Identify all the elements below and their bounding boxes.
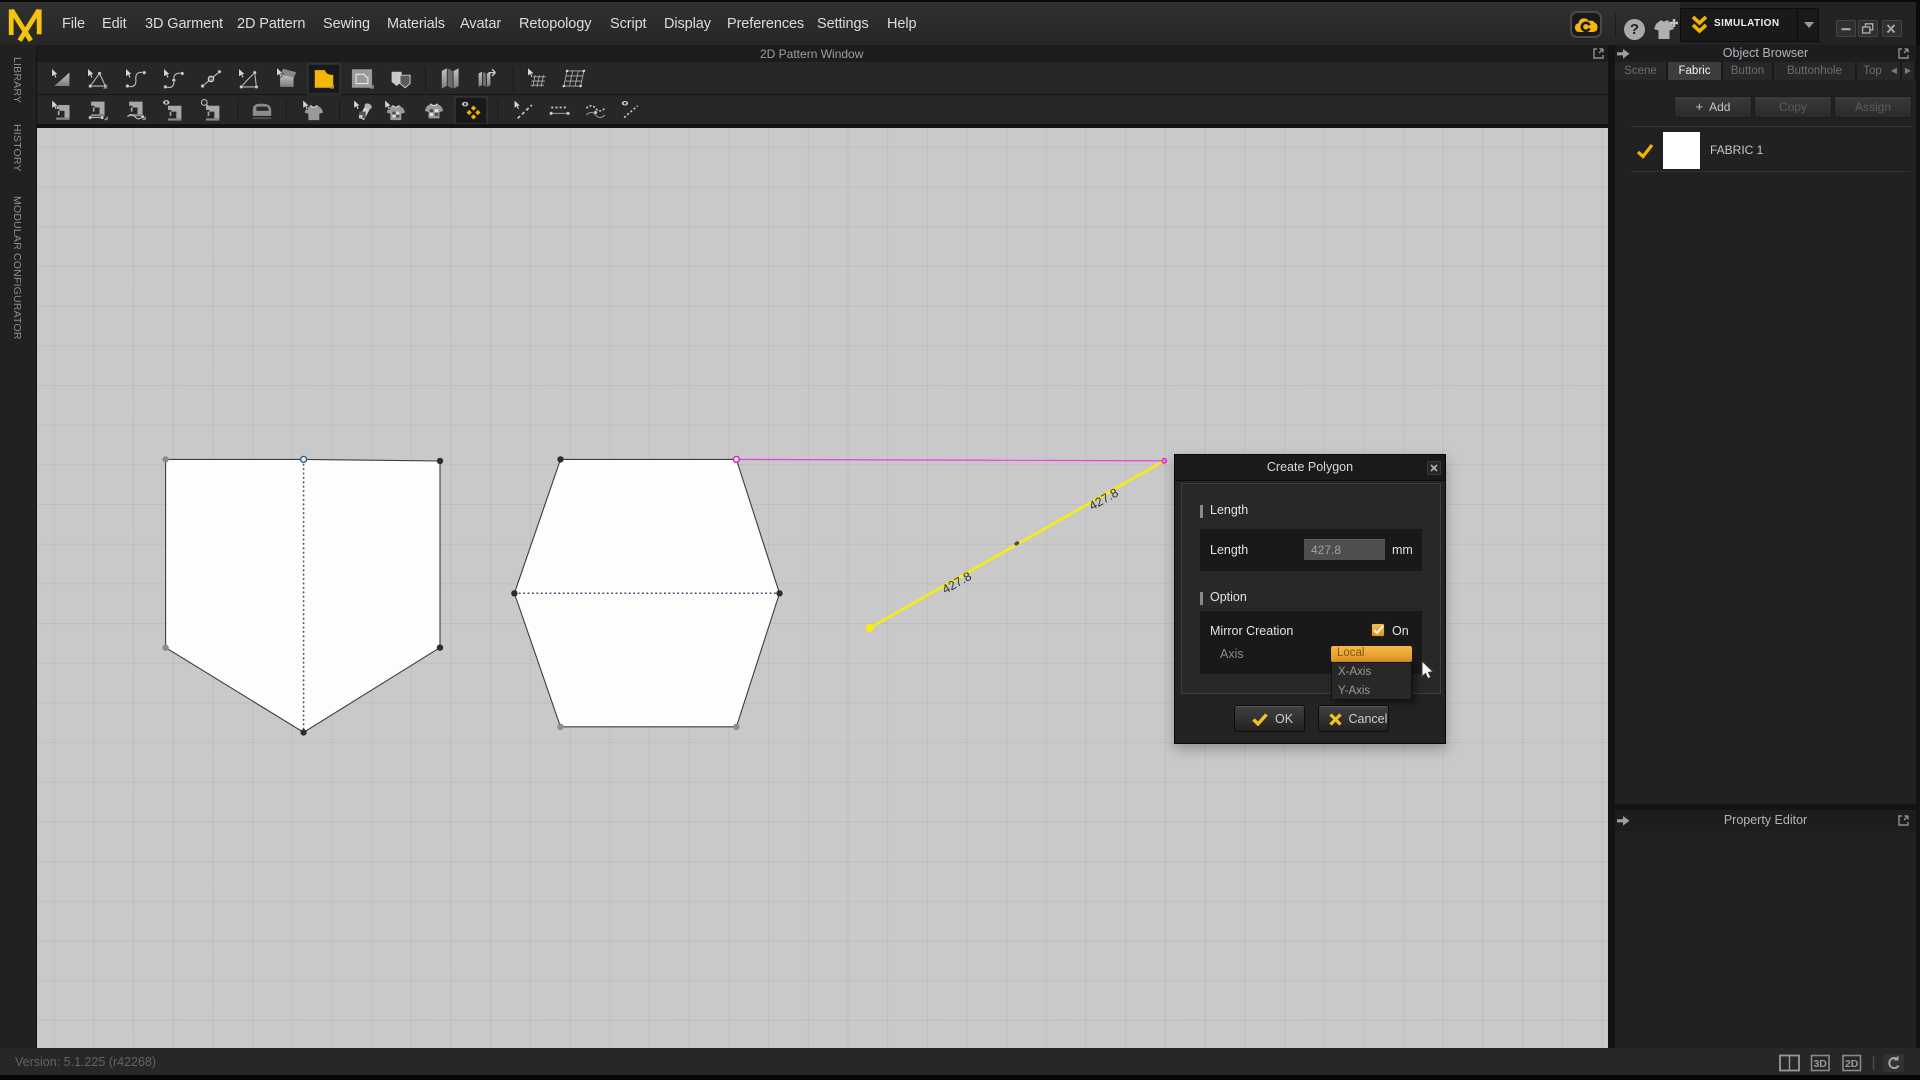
svg-text:2D: 2D bbox=[1845, 1058, 1859, 1070]
svg-text:427.8: 427.8 bbox=[1087, 486, 1121, 514]
svg-text:3D: 3D bbox=[1813, 1058, 1827, 1070]
svg-text:427.8: 427.8 bbox=[940, 569, 974, 597]
